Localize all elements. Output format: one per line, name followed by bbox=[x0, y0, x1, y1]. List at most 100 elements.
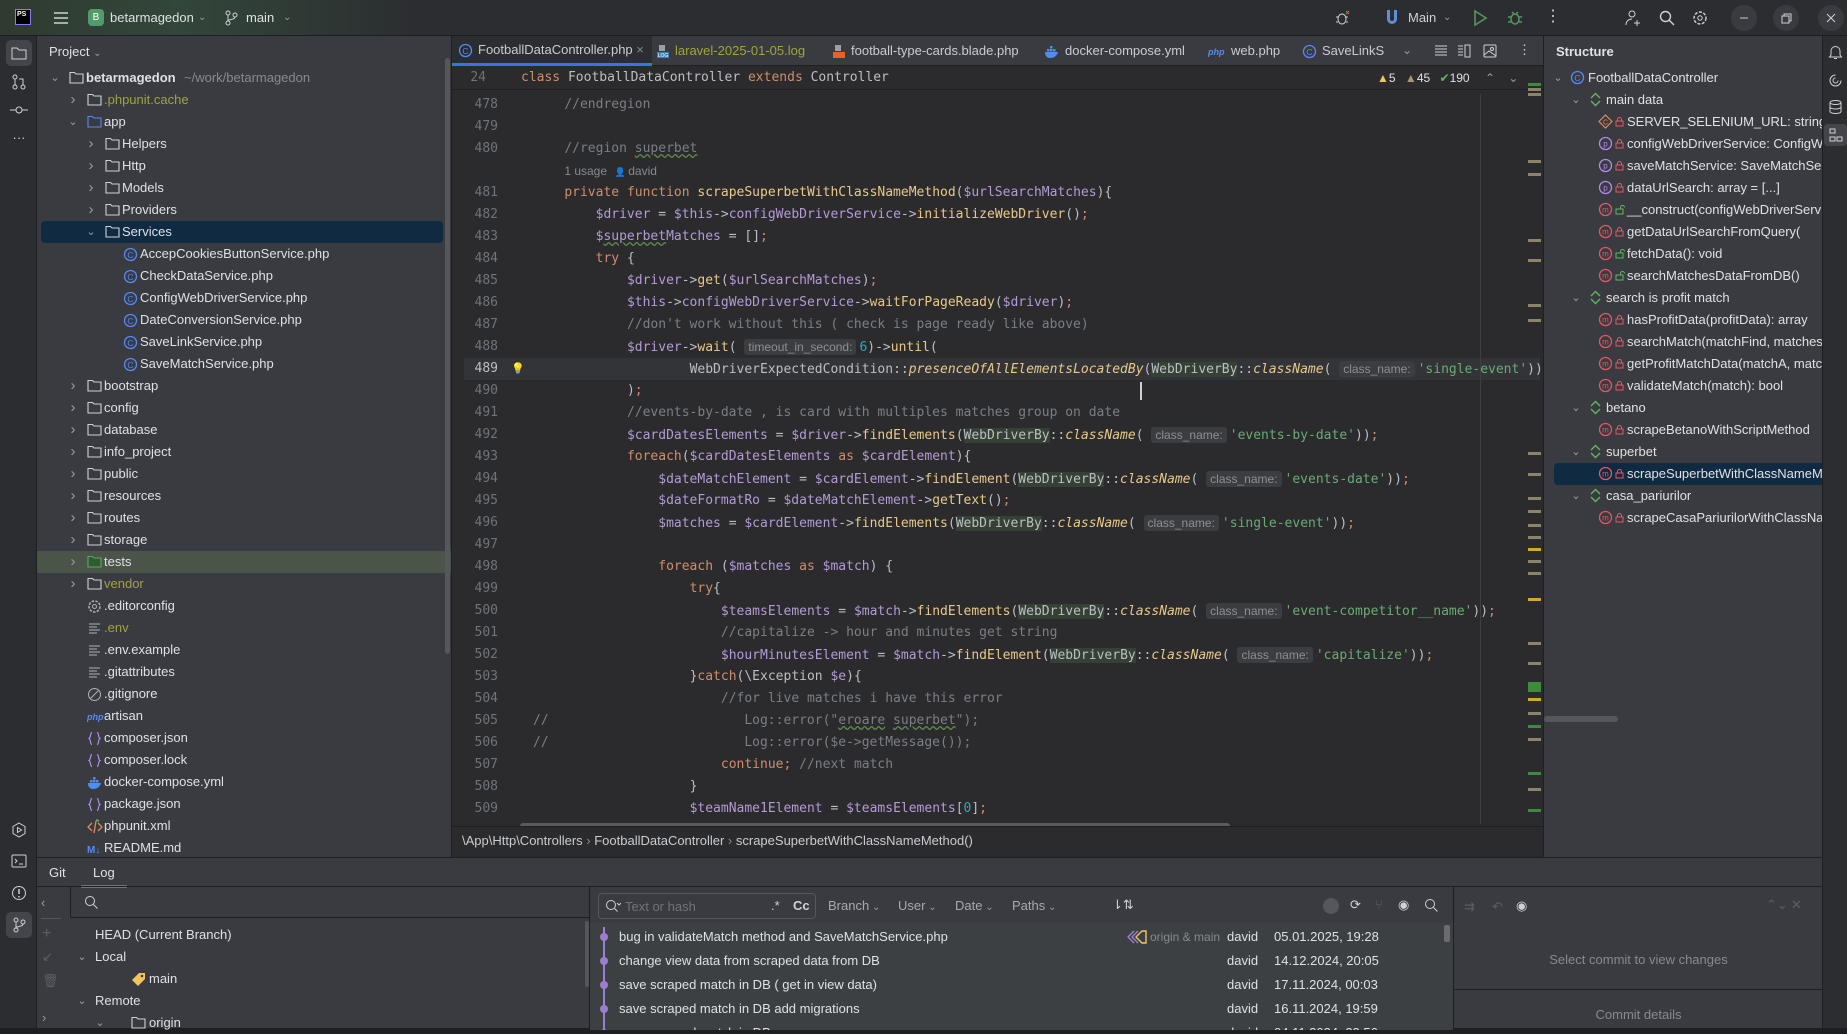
preview-image-icon[interactable] bbox=[1483, 44, 1497, 58]
chevron-down-icon[interactable]: ⌄ bbox=[1570, 441, 1582, 463]
ai-assistant-icon[interactable] bbox=[1828, 73, 1843, 88]
branch-search[interactable] bbox=[70, 887, 590, 918]
structure-item[interactable]: ⌄ betano bbox=[1544, 397, 1822, 419]
main-menu-icon[interactable] bbox=[52, 9, 70, 27]
code-vision-hint[interactable]: 1 usage 👤 david bbox=[464, 160, 1540, 182]
commit-row[interactable]: save scraped match in DB add migrations d… bbox=[590, 997, 1440, 1021]
structure-item[interactable]: m scrapeCasaPariurilorWithClassName bbox=[1544, 507, 1822, 529]
chevron-down-icon[interactable]: ⌄ bbox=[1570, 287, 1582, 309]
tree-folder[interactable]: › tests bbox=[37, 551, 451, 573]
filter-paths[interactable]: Paths ⌄ bbox=[1012, 898, 1056, 913]
breadcrumb-item[interactable]: FootballDataController bbox=[594, 833, 724, 848]
git-tool-button[interactable] bbox=[6, 912, 32, 938]
structure-tool-button[interactable] bbox=[1824, 124, 1847, 146]
usages-count[interactable]: 1 usage bbox=[564, 164, 607, 178]
commit-row[interactable]: bug in validateMatch method and SaveMatc… bbox=[590, 927, 1440, 949]
tree-folder[interactable]: › Providers bbox=[41, 199, 443, 221]
tree-file[interactable]: C SaveLinkService.php bbox=[41, 331, 443, 353]
tree-file[interactable]: composer.lock bbox=[41, 749, 443, 771]
tree-file[interactable]: package.json bbox=[41, 793, 443, 815]
database-icon[interactable] bbox=[1828, 99, 1843, 115]
log-search-field[interactable]: Text or hash .* Cc bbox=[598, 893, 816, 919]
chevron-down-icon[interactable]: ⌄ bbox=[67, 111, 79, 133]
chevron-right-icon[interactable]: › bbox=[67, 419, 79, 441]
tree-file[interactable]: M↓ README.md bbox=[41, 837, 443, 857]
chevron-right-icon[interactable]: › bbox=[85, 199, 97, 221]
tree-file[interactable]: .gitattributes bbox=[41, 661, 443, 683]
chevron-down-icon[interactable]: ⌄ bbox=[1552, 67, 1564, 89]
tree-file[interactable]: C DateConversionService.php bbox=[41, 309, 443, 331]
tree-folder[interactable]: › config bbox=[41, 397, 443, 419]
tree-file[interactable]: php artisan bbox=[41, 705, 443, 727]
project-tree-scrollbar[interactable] bbox=[445, 58, 450, 654]
tree-file[interactable]: C SaveMatchService.php bbox=[41, 353, 443, 375]
close-window-button[interactable] bbox=[1818, 5, 1844, 31]
structure-item[interactable]: m scrapeSuperbetWithClassNameMethod bbox=[1554, 463, 1822, 485]
tree-folder[interactable]: › vendor bbox=[41, 573, 443, 595]
more-actions-icon[interactable]: ⋮ bbox=[1545, 9, 1561, 25]
tree-file[interactable]: .gitignore bbox=[41, 683, 443, 705]
show-diff-icon[interactable]: ⇉ bbox=[1464, 899, 1475, 915]
structure-item[interactable]: ⌄ casa_pariurilor bbox=[1544, 485, 1822, 507]
chevron-right-icon[interactable]: › bbox=[67, 441, 79, 463]
branches-scrollbar[interactable] bbox=[585, 921, 589, 987]
tree-file[interactable]: .editorconfig bbox=[41, 595, 443, 617]
tree-file[interactable]: C ConfigWebDriverService.php bbox=[41, 287, 443, 309]
tree-file[interactable]: .env.example bbox=[41, 639, 443, 661]
branch-tree-item[interactable]: HEAD (Current Branch) bbox=[37, 924, 577, 946]
editor-tab[interactable]: docker-compose.yml bbox=[1044, 36, 1185, 66]
collapse-all-icon[interactable]: ✕ bbox=[1791, 897, 1802, 913]
chevron-right-icon[interactable]: › bbox=[67, 463, 79, 485]
tree-folder[interactable]: › Models bbox=[41, 177, 443, 199]
structure-item[interactable]: p saveMatchService: SaveMatchService bbox=[1544, 155, 1822, 177]
previous-highlight-icon[interactable]: ⌃ bbox=[1485, 71, 1495, 85]
editor-tab[interactable]: C SaveLinkS bbox=[1302, 36, 1392, 66]
commit-row[interactable]: save scraped match in DB ( get in view d… bbox=[590, 973, 1440, 997]
breadcrumb-item[interactable]: \App\Http\Controllers bbox=[462, 833, 583, 848]
cherry-pick-icon[interactable] bbox=[1323, 898, 1339, 914]
structure-item[interactable]: C SERVER_SELENIUM_URL: string bbox=[1544, 111, 1822, 133]
expand-all-icon[interactable]: ⌃⌄ bbox=[1766, 897, 1788, 913]
sticky-scope-line[interactable]: 24 class FootballDataController extends … bbox=[452, 66, 1543, 90]
filter-user[interactable]: User ⌄ bbox=[898, 898, 937, 913]
chevron-down-icon[interactable]: ⌄ bbox=[1570, 397, 1582, 419]
branch-tree-item[interactable]: main bbox=[37, 968, 577, 990]
chevron-down-icon[interactable]: ⌄ bbox=[76, 946, 88, 968]
collapse-panel-icon[interactable]: ‹ bbox=[41, 895, 45, 910]
revert-icon[interactable]: ↶ bbox=[1492, 899, 1503, 915]
run-icon[interactable] bbox=[1472, 9, 1488, 27]
tree-folder[interactable]: › Http bbox=[41, 155, 443, 177]
structure-item[interactable]: ⌄ superbet bbox=[1544, 441, 1822, 463]
commit-row[interactable]: save scraped match in DB david 04.11.2024,… bbox=[590, 1021, 1440, 1030]
structure-item[interactable]: ⌄ C FootballDataController bbox=[1544, 67, 1822, 89]
chevron-right-icon[interactable]: › bbox=[67, 375, 79, 397]
chevron-down-icon[interactable]: ⌄ bbox=[1570, 485, 1582, 507]
tree-folder[interactable]: › storage bbox=[41, 529, 443, 551]
services-icon[interactable] bbox=[6, 817, 32, 843]
editor-tab[interactable]: php web.php bbox=[1208, 36, 1280, 66]
tab-list-chevron-icon[interactable]: ⌄ bbox=[1402, 43, 1412, 57]
notifications-bell-icon[interactable] bbox=[1828, 44, 1843, 60]
chevron-down-icon[interactable]: ⌄ bbox=[94, 1012, 106, 1034]
regex-toggle[interactable]: .* bbox=[771, 898, 780, 913]
inspection-widget[interactable]: ▲5 ▲45 ✔190 ⌃ ⌄ bbox=[1377, 66, 1518, 90]
chevron-down-icon[interactable]: ⌄ bbox=[49, 67, 61, 89]
commit-icon[interactable] bbox=[6, 97, 32, 123]
refresh-icon[interactable]: ⟳ bbox=[1350, 897, 1361, 913]
commit-list-scrollbar[interactable] bbox=[1444, 925, 1450, 942]
tree-folder[interactable]: › bootstrap bbox=[41, 375, 443, 397]
restore-button[interactable] bbox=[1773, 5, 1799, 31]
chevron-right-icon[interactable]: › bbox=[85, 133, 97, 155]
structure-item[interactable]: m searchMatch(matchFind, matches bbox=[1544, 331, 1822, 353]
structure-item[interactable]: m searchMatchesDataFromDB() bbox=[1544, 265, 1822, 287]
chevron-down-icon[interactable]: ⌄ bbox=[76, 990, 88, 1012]
structure-item[interactable]: p configWebDriverService: ConfigWebDriver… bbox=[1544, 133, 1822, 155]
chevron-down-icon[interactable]: ⌄ bbox=[1570, 89, 1582, 111]
structure-item[interactable]: m getDataUrlSearchFromQuery( bbox=[1544, 221, 1822, 243]
tree-file[interactable]: docker-compose.yml bbox=[41, 771, 443, 793]
tree-folder[interactable]: ⌄ betarmagedon ~/work/betarmagedon bbox=[41, 67, 443, 89]
chevron-right-icon[interactable]: › bbox=[67, 89, 79, 111]
structure-item[interactable]: m fetchData(): void bbox=[1544, 243, 1822, 265]
more-tools-icon[interactable]: ··· bbox=[6, 124, 32, 150]
editor-tab[interactable]: C FootballDataController.php × bbox=[452, 36, 652, 66]
